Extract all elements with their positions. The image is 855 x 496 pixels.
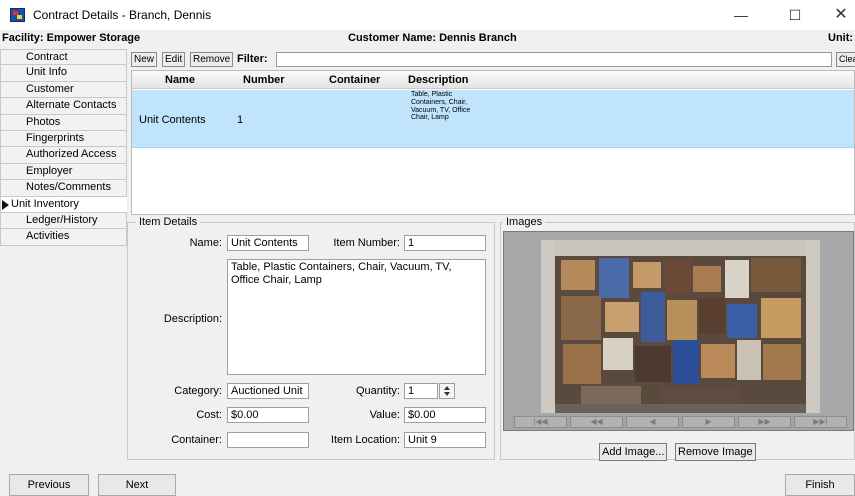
next-image-icon[interactable]: ▶	[682, 416, 735, 428]
column-header-name[interactable]: Name	[165, 74, 195, 86]
image-viewer: |◀◀ ◀◀ ◀ ▶ ▶▶ ▶▶|	[503, 231, 854, 431]
sidebar-item-label: Fingerprints	[26, 131, 85, 144]
sidebar-item-label: Photos	[26, 115, 61, 128]
filter-label: Filter:	[237, 53, 268, 65]
sidebar-item-alternate-contacts[interactable]: Alternate Contacts	[0, 98, 127, 115]
description-field[interactable]: Table, Plastic Containers, Chair, Vacuum…	[227, 259, 486, 375]
unit-label: Unit:	[828, 32, 854, 44]
inventory-toolbar: New Edit Remove Filter: Clear	[131, 52, 855, 68]
sidebar-item-unit-inventory[interactable]: Unit Inventory	[0, 196, 127, 213]
window-title: Contract Details - Branch, Dennis	[33, 8, 212, 22]
sidebar-item-label: Alternate Contacts	[26, 99, 117, 112]
remove-image-button[interactable]: Remove Image	[675, 443, 756, 461]
name-field[interactable]: Unit Contents	[227, 235, 309, 251]
last-image-icon[interactable]: ▶▶|	[794, 416, 847, 428]
item-details-title: Item Details	[136, 216, 201, 228]
info-bar: Facility: Empower Storage Customer Name:…	[0, 30, 855, 46]
close-button[interactable]: ✕	[818, 0, 855, 30]
maximize-button[interactable]: ☐	[772, 0, 818, 30]
sidebar-item-label: Customer	[26, 82, 74, 95]
item-number-field[interactable]: 1	[404, 235, 486, 251]
container-field[interactable]	[227, 432, 309, 448]
description-label: Description:	[163, 313, 222, 325]
clear-filter-button[interactable]: Clear	[836, 52, 855, 67]
table-row[interactable]: Unit Contents 1 Table, Plastic Container…	[132, 90, 854, 148]
item-details-panel: Item Details Name: Unit Contents Item Nu…	[127, 216, 495, 460]
fast-back-icon[interactable]: ◀◀	[570, 416, 623, 428]
title-bar: Contract Details - Branch, Dennis — ☐ ✕	[0, 0, 855, 30]
cell-name: Unit Contents	[139, 114, 206, 126]
next-button[interactable]: Next	[98, 474, 176, 496]
column-header-description[interactable]: Description	[408, 74, 469, 86]
value-label: Value:	[369, 409, 400, 421]
container-label: Container:	[171, 434, 222, 446]
sidebar-item-label: Ledger/History	[26, 213, 98, 226]
sidebar-item-label: Authorized Access	[26, 148, 117, 161]
storage-unit-photo	[541, 240, 820, 413]
sidebar-item-authorized-access[interactable]: Authorized Access	[0, 147, 127, 164]
item-number-label: Item Number:	[333, 237, 400, 249]
cost-field[interactable]: $0.00	[227, 407, 309, 423]
sidebar-item-notes-comments[interactable]: Notes/Comments	[0, 180, 127, 197]
previous-image-icon[interactable]: ◀	[626, 416, 679, 428]
fast-forward-icon[interactable]: ▶▶	[738, 416, 791, 428]
sidebar-item-label: Notes/Comments	[26, 181, 111, 194]
sidebar-item-photos[interactable]: Photos	[0, 114, 127, 131]
sidebar-item-unit-info[interactable]: Unit Info	[0, 65, 127, 82]
item-location-field[interactable]: Unit 9	[404, 432, 486, 448]
name-label: Name:	[189, 237, 222, 249]
cost-label: Cost:	[196, 409, 222, 421]
quantity-label: Quantity:	[355, 385, 400, 397]
minimize-button[interactable]: —	[718, 0, 764, 30]
filter-input[interactable]	[276, 52, 832, 67]
facility-label: Facility: Empower Storage	[2, 32, 141, 44]
add-image-button[interactable]: Add Image...	[599, 443, 668, 461]
first-image-icon[interactable]: |◀◀	[514, 416, 567, 428]
cell-number: 1	[237, 114, 244, 126]
category-label: Category:	[174, 385, 222, 397]
sidebar-item-label: Unit Inventory	[11, 197, 79, 210]
edit-button[interactable]: Edit	[162, 52, 186, 67]
sidebar-item-activities[interactable]: Activities	[0, 229, 127, 246]
remove-button[interactable]: Remove	[190, 52, 234, 67]
inventory-grid: Name Number Container Description Unit C…	[131, 70, 855, 215]
sidebar-item-label: Contract	[26, 51, 68, 63]
sidebar-item-contract[interactable]: Contract	[0, 49, 127, 66]
images-panel: Images |◀◀ ◀◀ ◀ ▶ ▶▶ ▶▶| Add Image... Re…	[500, 216, 855, 461]
quantity-spin-icon[interactable]	[439, 383, 455, 399]
sidebar-item-employer[interactable]: Employer	[0, 163, 127, 181]
sidebar-item-label: Employer	[26, 164, 73, 177]
previous-button[interactable]: Previous	[9, 474, 89, 496]
image-navigation-bar: |◀◀ ◀◀ ◀ ▶ ▶▶ ▶▶|	[512, 415, 847, 429]
current-item-arrow-icon	[2, 199, 9, 210]
cell-description: Table, Plastic Containers, Chair, Vacuum…	[411, 91, 471, 122]
value-field[interactable]: $0.00	[404, 407, 486, 423]
sidebar-item-ledger-history[interactable]: Ledger/History	[0, 212, 127, 230]
item-location-label: Item Location:	[330, 434, 400, 446]
sidebar-item-label: Activities	[26, 230, 70, 243]
column-header-container[interactable]: Container	[329, 74, 380, 86]
app-icon	[10, 8, 25, 22]
quantity-stepper[interactable]: 1	[404, 383, 438, 399]
column-header-number[interactable]: Number	[243, 74, 285, 86]
customer-name-label: Customer Name: Dennis Branch	[348, 32, 517, 44]
finish-button[interactable]: Finish	[785, 474, 855, 496]
sidebar-nav: Contract Unit Info Customer Alternate Conta…	[0, 49, 127, 246]
category-field[interactable]: Auctioned Unit	[227, 383, 309, 399]
sidebar-item-fingerprints[interactable]: Fingerprints	[0, 130, 127, 148]
sidebar-item-customer[interactable]: Customer	[0, 81, 127, 99]
sidebar-item-label: Unit Info	[26, 66, 67, 79]
grid-header: Name Number Container Description	[132, 71, 854, 89]
images-title: Images	[503, 216, 546, 228]
new-button[interactable]: New	[131, 52, 158, 67]
